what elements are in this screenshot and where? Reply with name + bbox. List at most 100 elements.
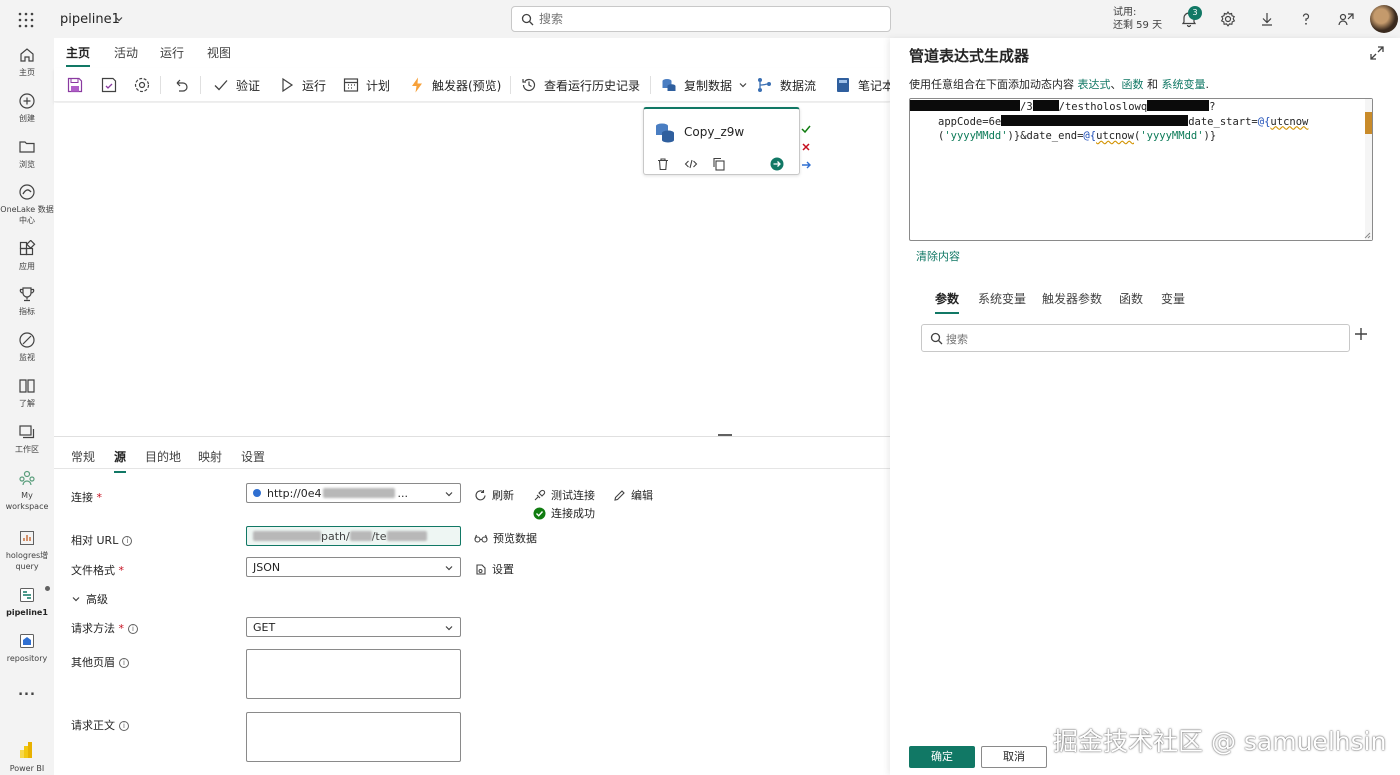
download-icon[interactable]: [1258, 10, 1276, 28]
test-connection-button[interactable]: 测试连接: [533, 487, 595, 503]
add-parameter-icon[interactable]: [1353, 326, 1369, 342]
preview-data-button[interactable]: 预览数据: [474, 530, 537, 546]
tab-parameters[interactable]: 参数: [935, 290, 960, 314]
app-name[interactable]: pipeline1: [60, 12, 120, 27]
rail-item-hologres-query[interactable]: hologres增query: [0, 529, 54, 572]
tab-settings[interactable]: 设置: [241, 448, 265, 465]
connection-select[interactable]: http://0e4...: [246, 483, 461, 503]
rail-item-home[interactable]: 主页: [0, 46, 54, 78]
relative-url-mid: path/: [321, 530, 350, 543]
rail-item-create[interactable]: 创建: [0, 92, 54, 124]
scrollbar-thumb[interactable]: [1365, 112, 1372, 134]
rail-item-pipeline1[interactable]: pipeline1: [0, 586, 54, 618]
splitter-handle[interactable]: [718, 434, 732, 436]
copy-data-button[interactable]: 复制数据: [660, 74, 748, 96]
tab-source[interactable]: 源: [114, 448, 127, 473]
relative-url-field[interactable]: path/ /te: [246, 526, 461, 546]
info-icon[interactable]: i: [122, 536, 133, 546]
redacted-text: [1001, 114, 1189, 126]
failure-x-icon[interactable]: [800, 141, 812, 153]
rail-item-metrics[interactable]: 指标: [0, 285, 54, 317]
additional-headers-label-text: 其他页眉: [71, 656, 115, 669]
rail-item-learn[interactable]: 了解: [0, 377, 54, 409]
copy-activity-node[interactable]: Copy_z9w: [643, 107, 800, 175]
clear-content-link[interactable]: 清除内容: [916, 248, 960, 264]
gear-icon[interactable]: [133, 74, 151, 96]
rail-item-repository[interactable]: repository: [0, 632, 54, 664]
rail-item-my-workspace[interactable]: My workspace: [0, 469, 54, 512]
tab-destination[interactable]: 目的地: [145, 448, 181, 465]
additional-headers-textarea[interactable]: [246, 649, 461, 699]
expression-editor[interactable]: /3/testholoslowq? appCode=6e date_start=@…: [909, 98, 1373, 241]
rail-item-apps[interactable]: 应用: [0, 240, 54, 272]
parameter-search[interactable]: [921, 324, 1350, 352]
rail-item-onelake[interactable]: OneLake 数据中心: [0, 183, 54, 226]
expand-icon[interactable]: [1369, 45, 1385, 61]
functions-link[interactable]: 函数: [1122, 78, 1144, 91]
refresh-button[interactable]: 刷新: [474, 487, 514, 503]
schedule-button[interactable]: 计划: [342, 74, 390, 96]
trigger-button[interactable]: 触发器(预览): [408, 74, 501, 96]
dataflow-button[interactable]: 数据流: [756, 74, 816, 96]
tab-functions[interactable]: 函数: [1119, 290, 1143, 307]
delete-icon[interactable]: [656, 157, 670, 171]
more-icon[interactable]: ...: [0, 685, 54, 698]
request-method-select[interactable]: GET: [246, 617, 461, 637]
expressions-link[interactable]: 表达式: [1078, 78, 1111, 91]
tab-run[interactable]: 运行: [160, 44, 184, 61]
format-settings-button[interactable]: 设置: [474, 561, 514, 577]
ok-button[interactable]: 确定: [909, 746, 975, 768]
tab-home[interactable]: 主页: [66, 44, 91, 67]
info-icon[interactable]: i: [119, 721, 129, 731]
help-icon[interactable]: [1297, 10, 1315, 28]
chevron-down-icon[interactable]: [114, 14, 124, 24]
tab-variables[interactable]: 变量: [1161, 290, 1185, 307]
rail-item-monitor[interactable]: 监视: [0, 331, 54, 363]
share-icon[interactable]: [1337, 10, 1355, 28]
rail-item-workspaces[interactable]: 工作区: [0, 423, 54, 455]
rail-label-powerbi: Power BI: [9, 764, 45, 773]
file-format-select[interactable]: JSON: [246, 557, 461, 577]
trial-status: 试用: 还剩 59 天: [1113, 6, 1162, 32]
run-button[interactable]: 运行: [278, 74, 326, 96]
completion-arrow-icon[interactable]: [800, 159, 812, 171]
undo-icon[interactable]: [172, 74, 190, 96]
copy-icon[interactable]: [712, 157, 726, 171]
success-check-circle-icon: [533, 507, 546, 519]
request-body-textarea[interactable]: [246, 712, 461, 762]
tab-general[interactable]: 常规: [71, 448, 95, 465]
success-check-icon[interactable]: [800, 123, 812, 135]
validate-button[interactable]: 验证: [212, 74, 260, 96]
code-icon[interactable]: [684, 157, 698, 171]
pipeline-canvas[interactable]: Copy_z9w: [54, 103, 890, 436]
global-search[interactable]: [511, 6, 891, 32]
redacted-text: [386, 531, 427, 541]
save-icon[interactable]: [66, 74, 84, 96]
rail-item-powerbi[interactable]: Power BI: [0, 740, 54, 774]
expression-scrollbar[interactable]: [1365, 99, 1372, 240]
tab-system-variables[interactable]: 系统变量: [978, 290, 1026, 307]
run-history-button[interactable]: 查看运行历史记录: [520, 74, 640, 96]
rail-label-pipeline1: pipeline1: [6, 608, 48, 617]
cancel-button[interactable]: 取消: [981, 746, 1047, 768]
tab-activities[interactable]: 活动: [114, 44, 138, 61]
global-search-input[interactable]: [539, 11, 879, 27]
edit-button[interactable]: 编辑: [613, 487, 653, 503]
notebook-button[interactable]: 笔记本: [834, 74, 894, 96]
resize-grip-icon[interactable]: [1364, 232, 1371, 239]
publish-icon[interactable]: [100, 74, 118, 96]
tab-trigger-parameters[interactable]: 触发器参数: [1042, 290, 1102, 307]
tab-mapping[interactable]: 映射: [198, 448, 222, 465]
app-launcher-icon[interactable]: [17, 11, 35, 29]
info-icon[interactable]: i: [128, 624, 138, 634]
advanced-toggle[interactable]: 高级: [71, 591, 108, 607]
arrow-right-circle-icon[interactable]: [770, 157, 784, 171]
parameter-search-input[interactable]: [946, 331, 1336, 347]
info-icon[interactable]: i: [119, 658, 129, 668]
rail-label-monitor: 监视: [19, 353, 35, 362]
avatar[interactable]: [1370, 5, 1398, 33]
system-variables-link[interactable]: 系统变量: [1162, 78, 1206, 91]
rail-item-browse[interactable]: 浏览: [0, 138, 54, 170]
tab-view[interactable]: 视图: [207, 44, 231, 61]
gear-icon[interactable]: [1219, 10, 1237, 28]
